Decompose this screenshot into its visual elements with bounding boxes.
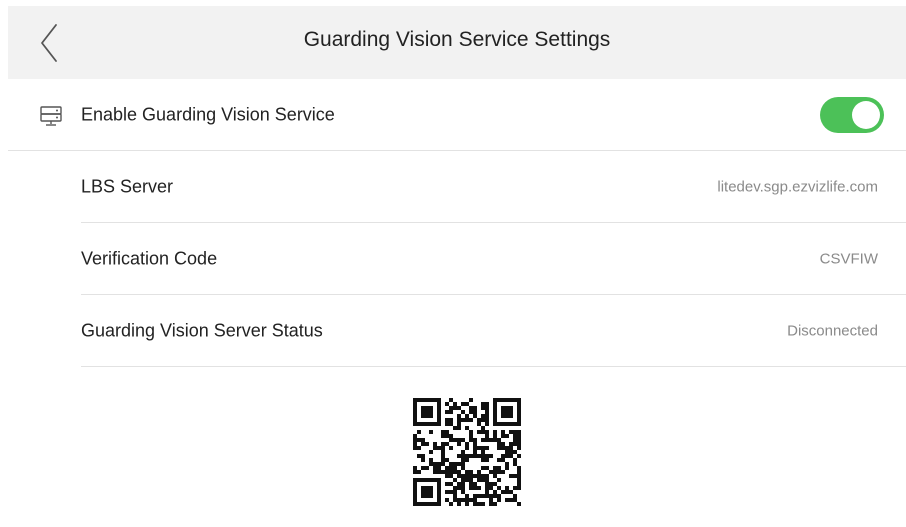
qr-code xyxy=(413,398,521,527)
page-title: Guarding Vision Service Settings xyxy=(303,28,611,51)
lbs-server-label: LBS Server xyxy=(81,176,174,197)
server-status-label: Guarding Vision Server Status xyxy=(81,320,323,341)
divider xyxy=(81,366,906,367)
server-icon xyxy=(40,106,62,126)
qr-code-icon xyxy=(413,398,521,506)
verification-code-row[interactable]: Verification Code CSVFIW xyxy=(0,223,906,295)
enable-service-row: Enable Guarding Vision Service xyxy=(0,79,906,151)
verification-code-label: Verification Code xyxy=(81,248,218,269)
server-status-row: Guarding Vision Server Status Disconnect… xyxy=(0,295,906,367)
enable-service-label: Enable Guarding Vision Service xyxy=(81,104,335,125)
header-bar: Guarding Vision Service Settings xyxy=(8,6,906,79)
verification-code-value: CSVFIW xyxy=(819,250,878,268)
enable-service-toggle[interactable] xyxy=(820,97,884,133)
toggle-knob xyxy=(852,101,880,129)
lbs-server-row[interactable]: LBS Server litedev.sgp.ezvizlife.com xyxy=(0,151,906,223)
server-status-value: Disconnected xyxy=(787,322,878,340)
lbs-server-value: litedev.sgp.ezvizlife.com xyxy=(717,178,878,196)
